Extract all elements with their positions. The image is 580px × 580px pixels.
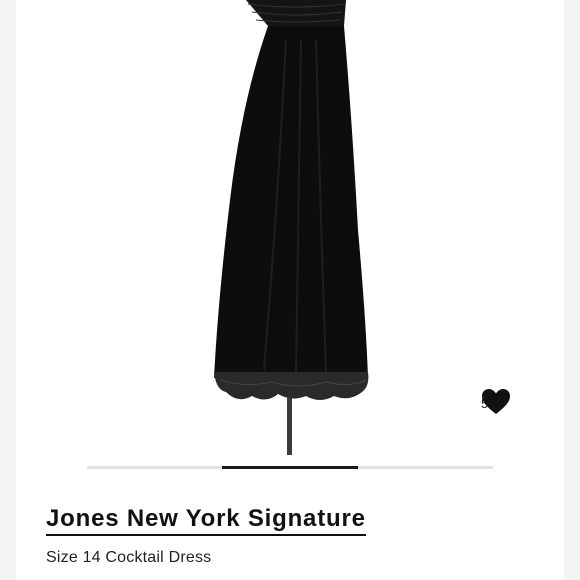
like-button[interactable]: 5	[481, 388, 510, 418]
brand-link[interactable]: Jones New York Signature	[46, 505, 366, 536]
listing-card: 5 Jones New York Signature Size 14 Cockt…	[16, 0, 564, 580]
dress-image	[214, 0, 369, 455]
carousel-indicator[interactable]	[87, 466, 493, 469]
product-photo[interactable]: 5	[16, 0, 564, 455]
carousel-active-segment	[222, 466, 358, 469]
listing-subtitle: Size 14 Cocktail Dress	[46, 549, 212, 566]
